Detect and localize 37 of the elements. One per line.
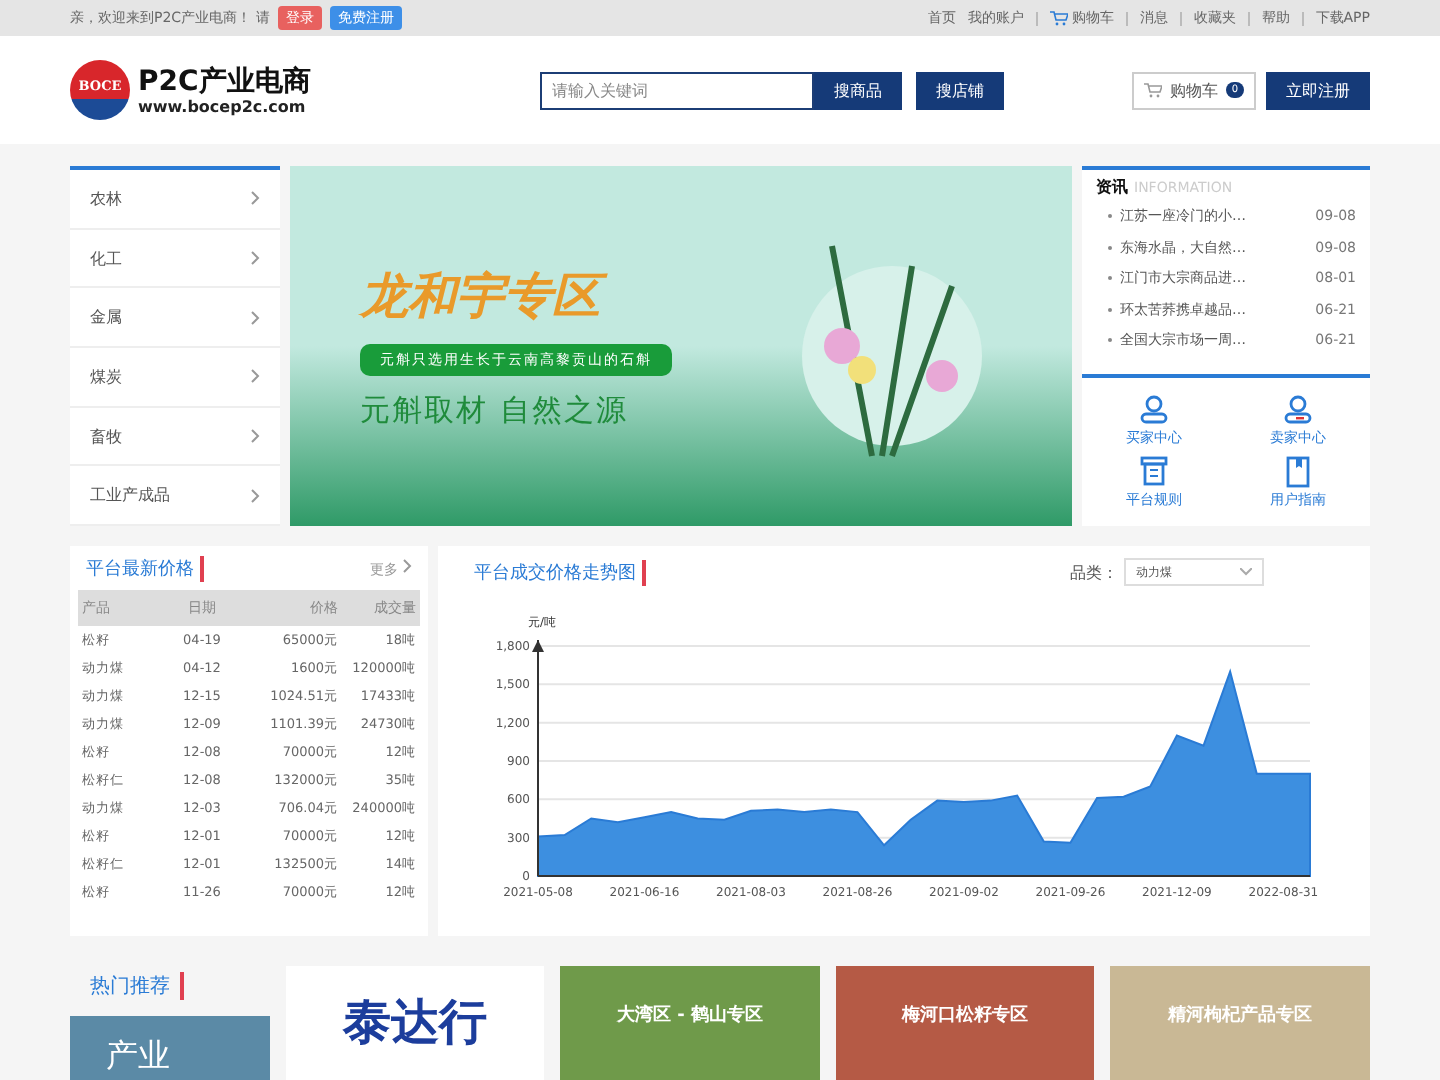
chevron-right-icon bbox=[402, 558, 412, 574]
promo-card[interactable]: 泰达行 bbox=[285, 966, 545, 1080]
banner-slogan: 元斛取材 自然之源 bbox=[360, 391, 630, 429]
cart-icon bbox=[1049, 10, 1068, 26]
category-item[interactable]: 畜牧 bbox=[70, 407, 280, 467]
search-button[interactable]: 搜店铺 bbox=[916, 71, 1004, 109]
book-icon bbox=[1282, 456, 1314, 488]
section-title: 热门推荐 bbox=[90, 972, 184, 1000]
filter-label: 品类： bbox=[1070, 561, 1118, 583]
section-title: 平台最新价格 bbox=[86, 556, 204, 582]
user-icon bbox=[1138, 394, 1170, 426]
chevron-right-icon bbox=[250, 487, 260, 504]
category-item[interactable]: 金属 bbox=[70, 288, 280, 349]
logo-title: P2C产业电商 bbox=[138, 65, 311, 97]
section-title: 平台成交价格走势图 bbox=[474, 559, 646, 585]
chevron-right-icon bbox=[250, 250, 260, 266]
chevron-right-icon bbox=[250, 368, 260, 385]
banner-title: 龙和宇专区 bbox=[360, 263, 1072, 327]
scroll-icon bbox=[1138, 456, 1170, 488]
category-item[interactable]: 农林 bbox=[70, 170, 280, 230]
register-button[interactable]: 立即注册 bbox=[1266, 71, 1370, 109]
promo-card[interactable]: 梅河口松籽专区 bbox=[835, 966, 1095, 1080]
category-banner[interactable]: 产业 bbox=[70, 1016, 270, 1080]
chevron-right-icon bbox=[250, 309, 260, 326]
search-button[interactable]: 搜商品 bbox=[814, 71, 902, 109]
logo-url: www.bocep2c.com bbox=[138, 97, 308, 115]
category-item[interactable]: 化工 bbox=[70, 229, 280, 289]
user-icon bbox=[1282, 394, 1314, 426]
promo-card[interactable]: 大湾区 - 鹤山专区 bbox=[560, 966, 820, 1080]
chevron-right-icon bbox=[250, 190, 260, 207]
cart-icon bbox=[1143, 82, 1162, 98]
chevron-right-icon bbox=[250, 428, 260, 445]
search-field[interactable]: 请输入关键词 bbox=[540, 71, 814, 109]
category-item[interactable]: 工业产成品 bbox=[70, 466, 280, 527]
news-title: 资讯 bbox=[1096, 176, 1128, 198]
category-item[interactable]: 煤炭 bbox=[70, 348, 280, 408]
caret-down-icon bbox=[1240, 568, 1252, 576]
